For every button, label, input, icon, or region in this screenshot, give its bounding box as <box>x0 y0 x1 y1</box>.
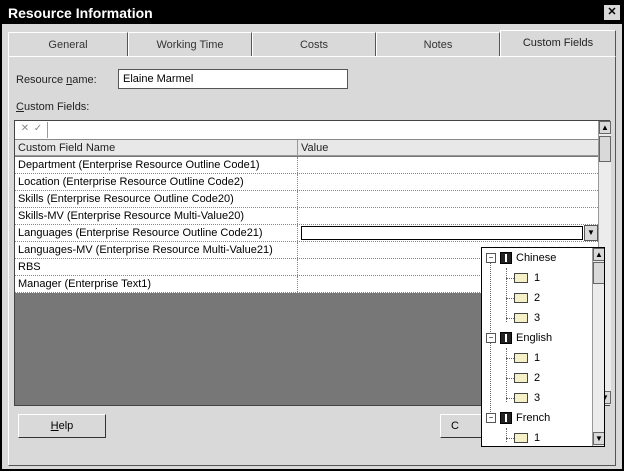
book-icon <box>500 412 512 424</box>
dropdown-arrow-icon[interactable]: ▼ <box>584 225 598 241</box>
scroll-up-icon[interactable]: ▲ <box>599 121 611 134</box>
folder-icon <box>514 393 528 403</box>
accept-entry-icon[interactable]: ✓ <box>32 123 44 135</box>
resource-name-field[interactable]: Elaine Marmel <box>118 69 348 89</box>
cancel-entry-icon[interactable]: ✕ <box>19 123 31 135</box>
tab-custom-fields[interactable]: Custom Fields <box>500 30 616 58</box>
tree-branch <box>506 318 514 319</box>
tree-item-child[interactable]: 2 <box>534 288 540 308</box>
close-icon[interactable]: ✕ <box>604 5 620 20</box>
resource-information-dialog: Resource Information ✕ General Working T… <box>0 0 624 471</box>
scroll-up-icon[interactable]: ▲ <box>593 248 604 261</box>
tab-working-time[interactable]: Working Time <box>128 32 252 56</box>
folder-icon <box>514 353 528 363</box>
column-header-value[interactable]: Value <box>298 140 598 156</box>
help-button[interactable]: Help <box>18 414 106 438</box>
tree-item-english[interactable]: English <box>516 328 552 348</box>
folder-icon <box>514 313 528 323</box>
tree-branch <box>506 438 514 439</box>
table-row[interactable]: Department (Enterprise Resource Outline … <box>15 157 598 174</box>
tree-guide <box>506 348 507 402</box>
tab-general[interactable]: General <box>8 32 128 56</box>
tree-guide <box>506 428 507 442</box>
resource-name-label: Resource name: <box>16 74 97 86</box>
value-dropdown-field[interactable] <box>301 226 583 240</box>
tree-item-chinese[interactable]: Chinese <box>516 248 556 268</box>
tree-item-child[interactable]: 3 <box>534 308 540 328</box>
tree-item-child[interactable]: 1 <box>534 348 540 368</box>
dropdown-scrollbar[interactable]: ▲ ▼ <box>592 248 604 446</box>
tree-branch <box>506 278 514 279</box>
folder-icon <box>514 273 528 283</box>
tree-item-child[interactable]: 1 <box>534 428 540 446</box>
folder-icon <box>514 293 528 303</box>
scroll-thumb[interactable] <box>593 262 604 284</box>
column-header-name[interactable]: Custom Field Name <box>15 140 298 156</box>
scroll-thumb[interactable] <box>599 136 611 162</box>
entry-divider <box>47 122 48 138</box>
tab-notes[interactable]: Notes <box>376 32 500 56</box>
tree-branch <box>506 298 514 299</box>
table-row-active[interactable]: Languages (Enterprise Resource Outline C… <box>15 225 598 242</box>
table-row[interactable]: Location (Enterprise Resource Outline Co… <box>15 174 598 191</box>
book-icon <box>500 332 512 344</box>
tab-costs[interactable]: Costs <box>252 32 376 56</box>
book-icon <box>500 252 512 264</box>
dialog-title: Resource Information <box>8 5 153 21</box>
collapse-icon[interactable]: − <box>486 413 496 423</box>
folder-icon <box>514 433 528 443</box>
scroll-down-icon[interactable]: ▼ <box>593 432 604 445</box>
tree-item-child[interactable]: 1 <box>534 268 540 288</box>
collapse-icon[interactable]: − <box>486 333 496 343</box>
tree-branch <box>506 398 514 399</box>
tab-strip: General Working Time Costs Notes Custom … <box>8 30 616 58</box>
tree-branch <box>506 378 514 379</box>
outline-code-dropdown[interactable]: − Chinese 1 2 3 − English 1 2 3 − French… <box>481 247 605 447</box>
table-row[interactable]: Skills (Enterprise Resource Outline Code… <box>15 191 598 208</box>
tree-item-child[interactable]: 3 <box>534 388 540 408</box>
table-row[interactable]: Skills-MV (Enterprise Resource Multi-Val… <box>15 208 598 225</box>
tree-branch <box>506 358 514 359</box>
title-bar: Resource Information ✕ <box>2 2 622 24</box>
custom-fields-label: Custom Fields: <box>16 101 90 113</box>
tree-guide <box>506 268 507 322</box>
tree-item-french[interactable]: French <box>516 408 550 428</box>
collapse-icon[interactable]: − <box>486 253 496 263</box>
entry-bar: ✕ ✓ <box>15 121 598 140</box>
tree-item-child[interactable]: 2 <box>534 368 540 388</box>
folder-icon <box>514 373 528 383</box>
